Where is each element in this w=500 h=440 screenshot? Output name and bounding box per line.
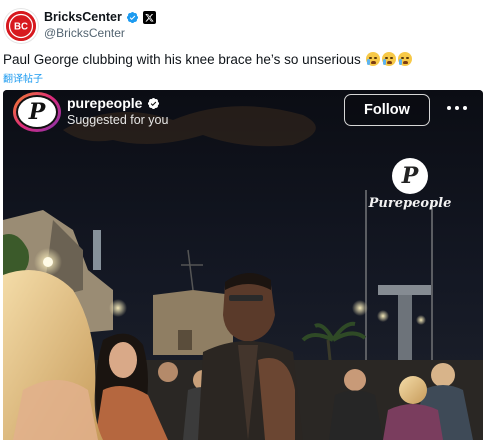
instagram-suggested-label: Suggested for you xyxy=(67,113,169,127)
watermark-text: Purepeople xyxy=(368,196,452,211)
purepeople-watermark: P Purepeople xyxy=(365,158,455,218)
translate-post-link[interactable]: 翻译帖子 xyxy=(3,70,43,85)
author-name-row: BricksCenter xyxy=(44,10,156,24)
more-options-icon[interactable] xyxy=(444,100,470,116)
loudly-crying-emoji-icon xyxy=(366,52,381,66)
loudly-crying-emoji-icon xyxy=(398,52,413,66)
verified-badge-icon xyxy=(126,11,138,23)
author-avatar[interactable]: BC xyxy=(4,9,38,43)
instagram-account-name[interactable]: purepeople xyxy=(67,95,142,111)
tweet-text-content: Paul George clubbing with his knee brace… xyxy=(3,52,361,67)
watermark-logo: P xyxy=(392,158,428,194)
x-affiliate-icon xyxy=(142,10,156,24)
author-handle[interactable]: @BricksCenter xyxy=(44,26,125,40)
tweet-media[interactable]: P purepeople Suggested for you Follow P … xyxy=(3,90,483,440)
purepeople-avatar[interactable]: P xyxy=(13,92,61,132)
tweet-header: BC BricksCenter @BricksCenter xyxy=(0,0,500,48)
night-scene-photo xyxy=(3,90,483,440)
instagram-verified-icon xyxy=(148,97,160,109)
svg-text:BC: BC xyxy=(14,22,28,33)
purepeople-logo: P xyxy=(16,95,58,129)
author-display-name[interactable]: BricksCenter xyxy=(44,10,122,24)
loudly-crying-emoji-icon xyxy=(382,52,397,66)
instagram-account-row: purepeople xyxy=(67,95,160,111)
instagram-post-header: P purepeople Suggested for you Follow xyxy=(3,90,483,134)
follow-button[interactable]: Follow xyxy=(344,94,430,126)
bricks-center-logo: BC xyxy=(6,11,36,41)
tweet-text: Paul George clubbing with his knee brace… xyxy=(3,52,413,67)
